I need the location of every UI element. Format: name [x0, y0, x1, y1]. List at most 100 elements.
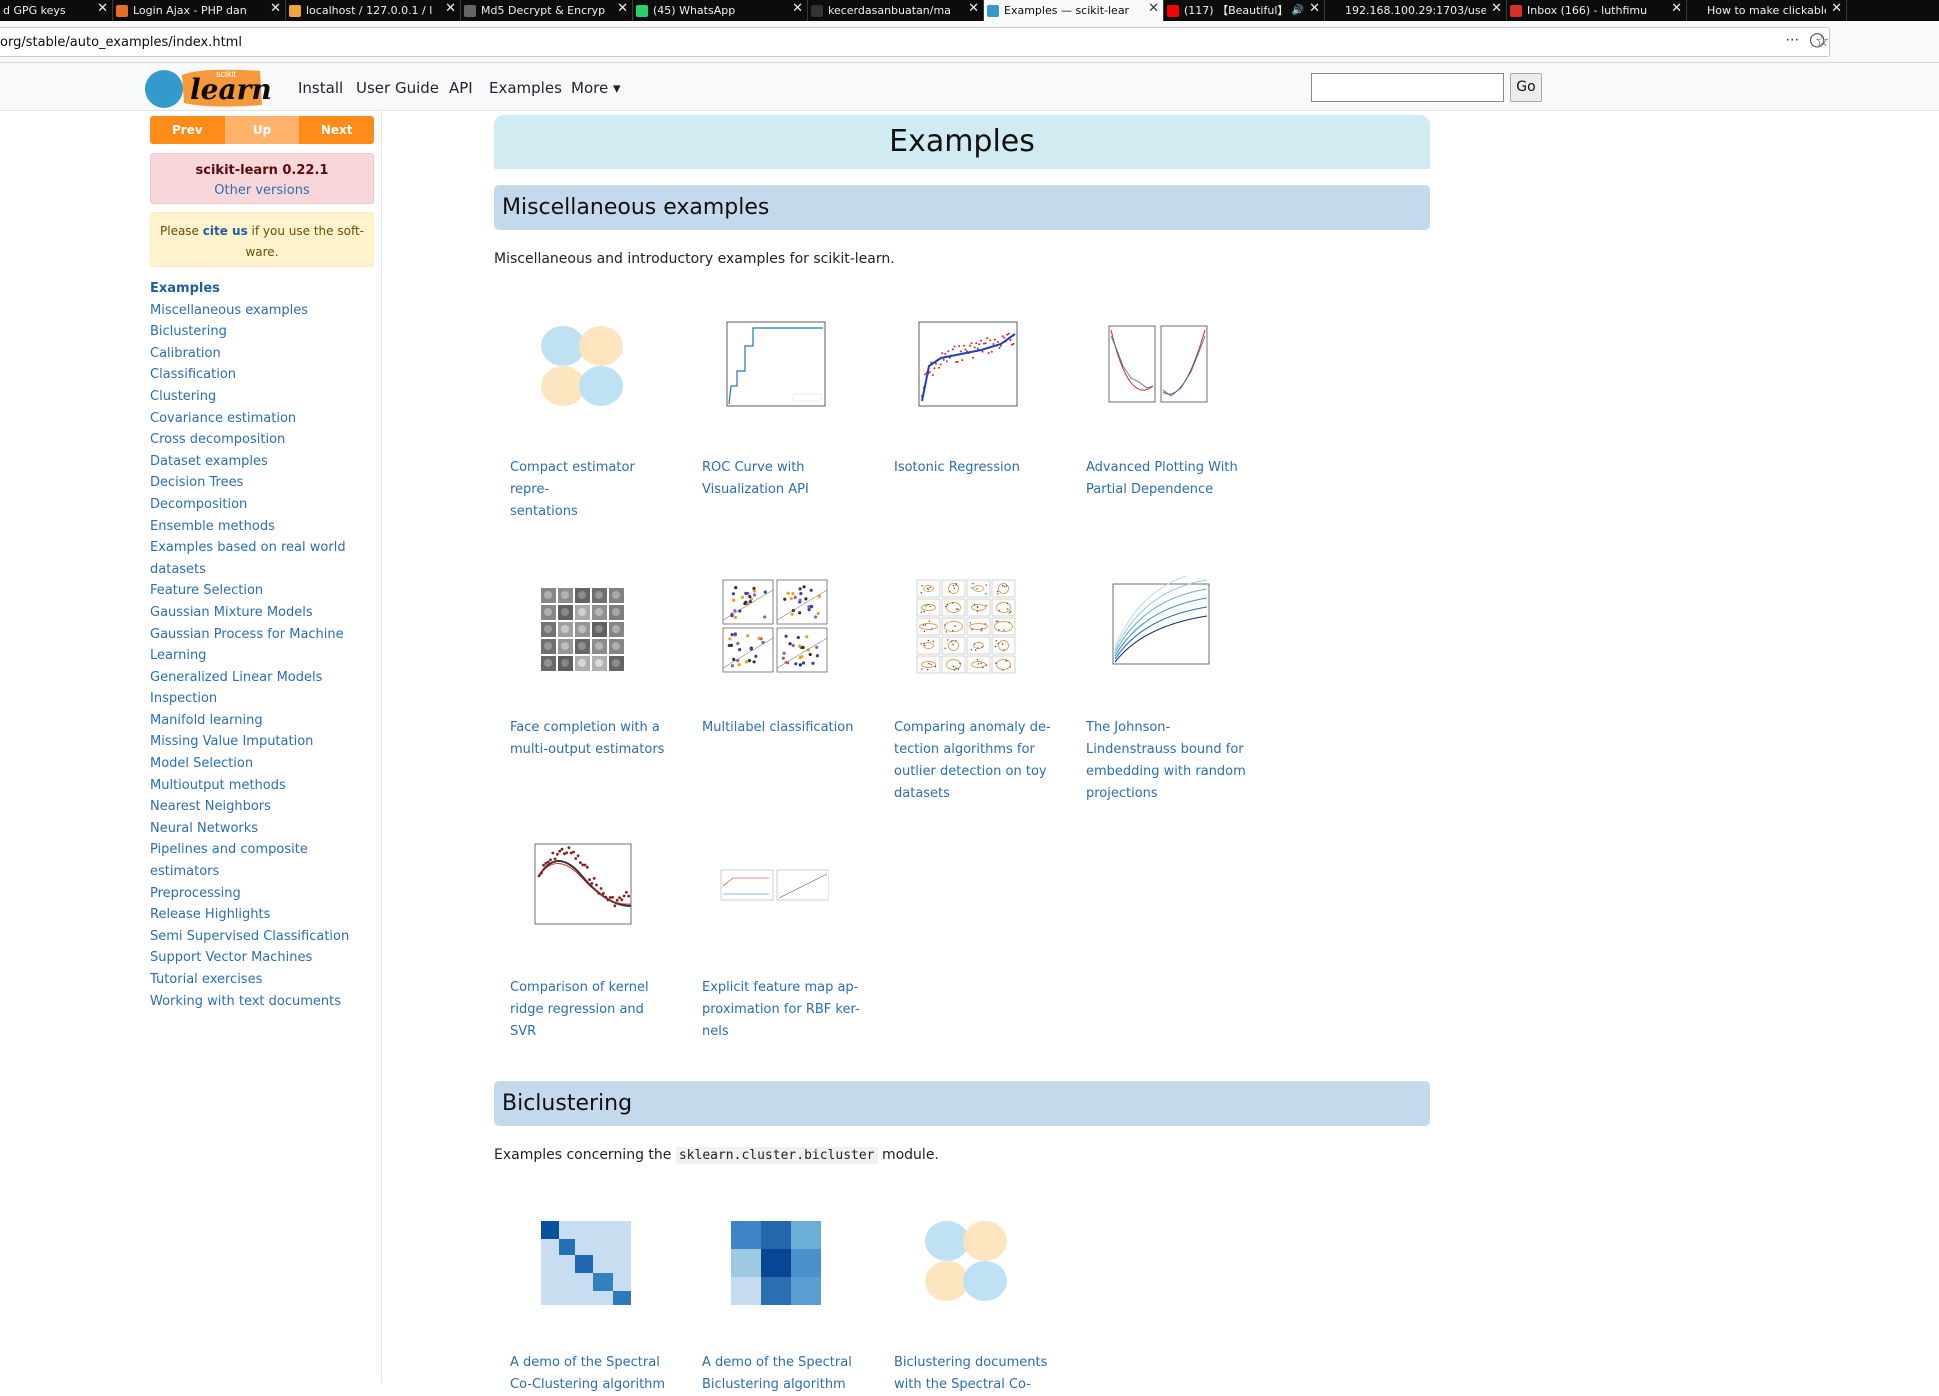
up-button[interactable]: Up [224, 116, 300, 144]
thumbnail-image[interactable] [1070, 291, 1246, 441]
sidebar-toc-item[interactable]: Decomposition [150, 494, 380, 516]
close-tab-icon[interactable]: ✕ [1148, 2, 1159, 16]
gallery-card[interactable]: Isotonic Regression [878, 291, 1054, 479]
gallery-card[interactable]: Explicit feature map ap-proximation for … [686, 811, 862, 1043]
thumbnail-image[interactable] [494, 1186, 670, 1336]
close-tab-icon[interactable]: ✕ [445, 2, 456, 16]
gallery-card[interactable]: Face completion with a multi-output estim… [494, 551, 670, 761]
sidebar-toc-item[interactable]: Examples [150, 278, 380, 300]
thumbnail-image[interactable] [1070, 551, 1246, 701]
thumbnail-image[interactable] [494, 291, 670, 441]
card-caption-link[interactable]: Isotonic Regression [878, 457, 1054, 479]
sidebar-toc-item[interactable]: Miscellaneous examples [150, 300, 380, 322]
sidebar-toc-item[interactable]: Pipelines and composite estimators [150, 839, 380, 882]
nav-user-guide[interactable]: User Guide [356, 79, 439, 97]
close-tab-icon[interactable]: ✕ [968, 2, 979, 16]
speaker-icon[interactable]: 🔊 [1292, 4, 1304, 18]
sidebar-toc-item[interactable]: Learning [150, 645, 380, 667]
browser-tab[interactable]: How to make clickable link ✕ [1687, 0, 1847, 21]
sidebar-toc-item[interactable]: Gaussian Mixture Models [150, 602, 380, 624]
browser-tab[interactable]: Login Ajax - PHP dan ✕ [113, 0, 286, 21]
close-tab-icon[interactable]: ✕ [1491, 2, 1502, 16]
browser-tab[interactable]: kecerdasanbuatan/ma ✕ [808, 0, 984, 21]
thumbnail-image[interactable] [878, 1186, 1054, 1336]
thumbnail-image[interactable] [686, 291, 862, 441]
nav-api[interactable]: API [449, 79, 473, 97]
nav-install[interactable]: Install [298, 79, 343, 97]
sidebar-toc-item[interactable]: Examples based on real world [150, 537, 380, 559]
close-tab-icon[interactable]: ✕ [270, 2, 281, 16]
sidebar-toc-item[interactable]: Multioutput methods [150, 775, 380, 797]
gallery-card[interactable]: Comparison of kernel ridge regression and… [494, 811, 670, 1043]
sidebar-toc-item[interactable]: Generalized Linear Models [150, 667, 380, 689]
other-versions-link[interactable]: Other versions [151, 183, 373, 198]
sidebar-toc-item[interactable]: Decision Trees [150, 472, 380, 494]
sidebar-toc-item[interactable]: Model Selection [150, 753, 380, 775]
sidebar-toc-item[interactable]: Missing Value Imputation [150, 731, 380, 753]
close-tab-icon[interactable]: ✕ [1671, 2, 1682, 16]
page-actions-icon[interactable]: ⋯ [1785, 32, 1799, 48]
go-button[interactable]: Go [1510, 73, 1542, 102]
thumbnail-image[interactable] [494, 811, 670, 961]
gallery-card[interactable]: Compact estimator repre-sentations [494, 291, 670, 523]
browser-tab[interactable]: (45) WhatsApp ✕ [633, 0, 808, 21]
sidebar-toc-item[interactable]: Clustering [150, 386, 380, 408]
sidebar-toc-item[interactable]: Calibration [150, 343, 380, 365]
sidebar-toc-item[interactable]: Inspection [150, 688, 380, 710]
thumbnail-image[interactable] [686, 811, 862, 961]
sidebar-toc-item[interactable]: Dataset examples [150, 451, 380, 473]
sidebar-toc-item[interactable]: Cross decomposition [150, 429, 380, 451]
browser-tab[interactable]: localhost / 127.0.0.1 / l ✕ [286, 0, 461, 21]
card-caption-link[interactable]: Compact estimator repre-sentations [494, 457, 670, 523]
gallery-card[interactable]: Comparing anomaly de-tection algorithms … [878, 551, 1054, 805]
card-caption-link[interactable]: Comparing anomaly de-tection algorithms … [878, 717, 1054, 805]
sidebar-toc-item[interactable]: Feature Selection [150, 580, 380, 602]
close-tab-icon[interactable]: ✕ [617, 2, 628, 16]
sidebar-toc-item[interactable]: Tutorial exercises [150, 969, 380, 991]
thumbnail-image[interactable] [878, 291, 1054, 441]
gallery-card[interactable]: A demo of the Spectral Biclustering algor… [686, 1186, 862, 1396]
sidebar-toc-item[interactable]: datasets [150, 559, 380, 581]
sidebar-toc-item[interactable]: Working with text documents [150, 991, 380, 1013]
thumbnail-image[interactable] [686, 551, 862, 701]
nav-more-dropdown[interactable]: More ▾ [571, 79, 620, 97]
browser-tab[interactable]: Inbox (166) - luthfimu ✕ [1507, 0, 1687, 21]
card-caption-link[interactable]: Biclustering documents with the Spectral … [878, 1352, 1054, 1396]
gallery-card[interactable]: Multilabel classification [686, 551, 862, 739]
sidebar-toc-item[interactable]: Manifold learning [150, 710, 380, 732]
sidebar-toc-item[interactable]: Neural Networks [150, 818, 380, 840]
thumbnail-image[interactable] [878, 551, 1054, 701]
search-input[interactable] [1311, 73, 1504, 102]
sidebar-toc-item[interactable]: Biclustering [150, 321, 380, 343]
close-tab-icon[interactable]: ✕ [1831, 2, 1842, 16]
close-tab-icon[interactable]: ✕ [1309, 2, 1320, 16]
thumbnail-image[interactable] [494, 551, 670, 701]
prev-button[interactable]: Prev [150, 116, 225, 144]
card-caption-link[interactable]: Multilabel classification [686, 717, 862, 739]
sidebar-toc-item[interactable]: Classification [150, 364, 380, 386]
sidebar-toc-item[interactable]: Ensemble methods [150, 516, 380, 538]
thumbnail-image[interactable] [686, 1186, 862, 1336]
gallery-card[interactable]: A demo of the Spectral Co-Clustering algo… [494, 1186, 670, 1396]
browser-tab[interactable]: d GPG keys ✕ [0, 0, 113, 21]
gallery-card[interactable]: The Johnson- Lindenstrauss bound for embed… [1070, 551, 1246, 805]
browser-tab[interactable]: (117) 【Beautiful】 🔊 ✕ [1164, 0, 1325, 21]
browser-tab[interactable]: Md5 Decrypt & Encryp ✕ [461, 0, 633, 21]
nav-examples[interactable]: Examples [489, 79, 562, 97]
sidebar-toc-item[interactable]: Gaussian Process for Machine [150, 624, 380, 646]
gallery-card[interactable]: ROC Curve with Visualization API [686, 291, 862, 501]
close-tab-icon[interactable]: ✕ [97, 2, 108, 16]
card-caption-link[interactable]: Advanced Plotting With Partial Dependence [1070, 457, 1246, 501]
card-caption-link[interactable]: A demo of the Spectral Biclustering algor… [686, 1352, 862, 1396]
sidebar-toc-item[interactable]: Release Highlights [150, 904, 380, 926]
scikit-learn-logo[interactable]: scikit learn [142, 63, 274, 111]
gallery-card[interactable]: Advanced Plotting With Partial Dependence [1070, 291, 1246, 501]
card-caption-link[interactable]: ROC Curve with Visualization API [686, 457, 862, 501]
browser-tab[interactable]: Examples — scikit-lear ✕ [984, 0, 1164, 21]
next-button[interactable]: Next [299, 116, 374, 144]
card-caption-link[interactable]: A demo of the Spectral Co-Clustering algo… [494, 1352, 670, 1396]
close-tab-icon[interactable]: ✕ [792, 2, 803, 16]
sidebar-toc-item[interactable]: Semi Supervised Classification [150, 926, 380, 948]
sidebar-toc-item[interactable]: Preprocessing [150, 883, 380, 905]
sidebar-toc-item[interactable]: Support Vector Machines [150, 947, 380, 969]
